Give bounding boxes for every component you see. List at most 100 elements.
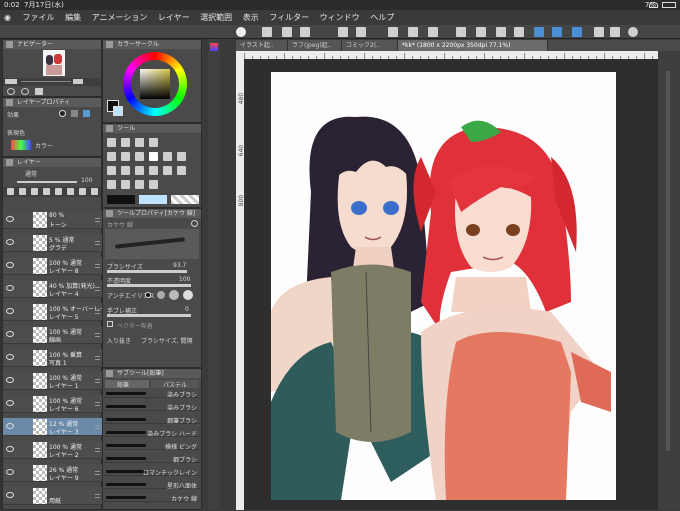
flip-icon[interactable] <box>35 88 43 95</box>
drag-handle-icon[interactable] <box>95 448 100 452</box>
drag-handle-icon[interactable] <box>95 333 100 337</box>
brush-item[interactable]: ロマンチックレイン <box>104 467 200 477</box>
frame-tool-icon[interactable] <box>121 180 130 189</box>
wrench-icon[interactable] <box>191 220 198 227</box>
brush-size-value[interactable]: 93.7 <box>173 262 186 269</box>
rotate-right-icon[interactable] <box>21 88 29 95</box>
pencil-tool-icon[interactable] <box>163 152 172 161</box>
display-color-value[interactable]: カラー <box>35 141 53 150</box>
eye-icon[interactable] <box>6 262 14 268</box>
drag-handle-icon[interactable] <box>95 310 100 314</box>
stabilizer-slider[interactable] <box>107 314 191 317</box>
saturation-square[interactable] <box>140 69 170 99</box>
menu-edit[interactable]: 編集 <box>61 10 85 25</box>
figure-tool-icon[interactable] <box>107 180 116 189</box>
menu-layer[interactable]: レイヤー <box>154 10 194 25</box>
gradient-tool-icon[interactable] <box>177 166 186 175</box>
brush-tool-icon[interactable] <box>177 152 186 161</box>
fill-icon[interactable] <box>428 27 438 37</box>
opacity-slider[interactable] <box>107 284 191 287</box>
fill-tool-icon[interactable] <box>163 166 172 175</box>
menu-filter[interactable]: フィルター <box>265 10 313 25</box>
eye-icon[interactable] <box>6 469 14 475</box>
invert-selection-icon[interactable] <box>496 27 506 37</box>
blend-tool-icon[interactable] <box>149 166 158 175</box>
layer-row[interactable]: 用紙 <box>3 487 103 505</box>
antialias-mid-icon[interactable] <box>169 290 179 300</box>
drag-handle-icon[interactable] <box>95 402 100 406</box>
drag-handle-icon[interactable] <box>95 379 100 383</box>
drag-handle-icon[interactable] <box>95 356 100 360</box>
drag-handle-icon[interactable] <box>95 218 100 222</box>
eye-icon[interactable] <box>6 216 14 222</box>
layer-opacity-slider[interactable] <box>17 181 77 183</box>
app-logo-icon[interactable]: ◉ <box>0 10 16 25</box>
brush-item[interactable]: 鋼筆ブラシ <box>104 415 200 425</box>
ruler-tool-icon[interactable] <box>135 180 144 189</box>
menu-view[interactable]: 表示 <box>239 10 263 25</box>
new-layer-icon[interactable] <box>7 188 14 195</box>
brush-item[interactable]: 染みブラシ <box>104 402 200 412</box>
pen-tool-icon[interactable] <box>149 152 158 161</box>
start-end-value[interactable]: ブラシサイズ, 間隔 <box>141 336 193 345</box>
drag-handle-icon[interactable] <box>95 241 100 245</box>
move-tool-icon[interactable] <box>149 138 158 147</box>
hue-ring[interactable] <box>123 52 187 116</box>
layer-row[interactable]: 100 % 通常 レイヤー 2 <box>3 441 103 459</box>
eye-icon[interactable] <box>6 239 14 245</box>
navigator-preview[interactable] <box>43 50 65 76</box>
eye-icon[interactable] <box>6 400 14 406</box>
menu-help[interactable]: ヘルプ <box>366 10 398 25</box>
main-color-bar[interactable] <box>107 195 135 204</box>
antialias-weak-icon[interactable] <box>157 291 165 299</box>
antialias-strong-icon[interactable] <box>183 290 193 300</box>
eye-icon[interactable] <box>6 377 14 383</box>
effect-tone-icon[interactable] <box>71 110 78 117</box>
eye-icon[interactable] <box>6 285 14 291</box>
undo-icon[interactable] <box>338 27 348 37</box>
palette-icon[interactable] <box>210 43 218 51</box>
transparent-color-bar[interactable] <box>171 195 199 204</box>
vertical-scrollbar[interactable] <box>666 71 670 451</box>
zoom-in-icon[interactable] <box>73 79 83 84</box>
stabilizer-value[interactable]: 0 <box>185 306 189 313</box>
select-all-icon[interactable] <box>456 27 466 37</box>
crop-icon[interactable] <box>514 27 524 37</box>
mask-icon[interactable] <box>67 188 74 195</box>
drag-handle-icon[interactable] <box>95 494 100 498</box>
artwork-canvas[interactable] <box>271 72 616 500</box>
menu-selection[interactable]: 選択範囲 <box>196 10 236 25</box>
deselect-icon[interactable] <box>476 27 486 37</box>
save-icon[interactable] <box>300 27 310 37</box>
eye-icon[interactable] <box>236 27 246 37</box>
layer-row[interactable]: 80 % トーン <box>3 211 103 229</box>
layer-row[interactable]: 100 % 通常 線画 <box>3 326 103 344</box>
new-file-icon[interactable] <box>262 27 272 37</box>
rotate-left-icon[interactable] <box>7 88 15 95</box>
print-icon[interactable] <box>594 27 604 37</box>
eye-icon[interactable] <box>6 446 14 452</box>
eye-icon[interactable] <box>6 492 14 498</box>
layer-opacity-value[interactable]: 100 <box>81 177 92 184</box>
open-folder-icon[interactable] <box>282 27 292 37</box>
sub-color-swatch[interactable] <box>113 106 123 116</box>
brush-size-slider[interactable] <box>107 270 187 273</box>
layer-row[interactable]: 100 % オーバーレイ レイヤー 5 <box>3 303 106 321</box>
snap-grid-icon[interactable] <box>552 27 562 37</box>
menu-file[interactable]: ファイル <box>19 10 59 25</box>
brush-item[interactable]: カケウ 線 <box>104 493 200 503</box>
vector-checkbox[interactable] <box>107 321 113 327</box>
merge-icon[interactable] <box>79 188 86 195</box>
tab-pastel[interactable]: パステル <box>151 380 199 389</box>
zoom-slider[interactable] <box>21 81 71 82</box>
decoration-tool-icon[interactable] <box>121 166 130 175</box>
selection-tool-icon[interactable] <box>107 152 116 161</box>
effect-color-icon[interactable] <box>83 110 90 117</box>
drag-handle-icon[interactable] <box>95 264 100 268</box>
delete-layer-icon[interactable] <box>91 188 98 195</box>
text-tool-icon[interactable] <box>149 180 158 189</box>
eye-icon[interactable] <box>6 331 14 337</box>
layer-row[interactable]: 100 % 通常 レイヤー 8 <box>3 257 103 275</box>
lock-icon[interactable] <box>55 188 62 195</box>
zoom-out-icon[interactable] <box>5 79 17 84</box>
